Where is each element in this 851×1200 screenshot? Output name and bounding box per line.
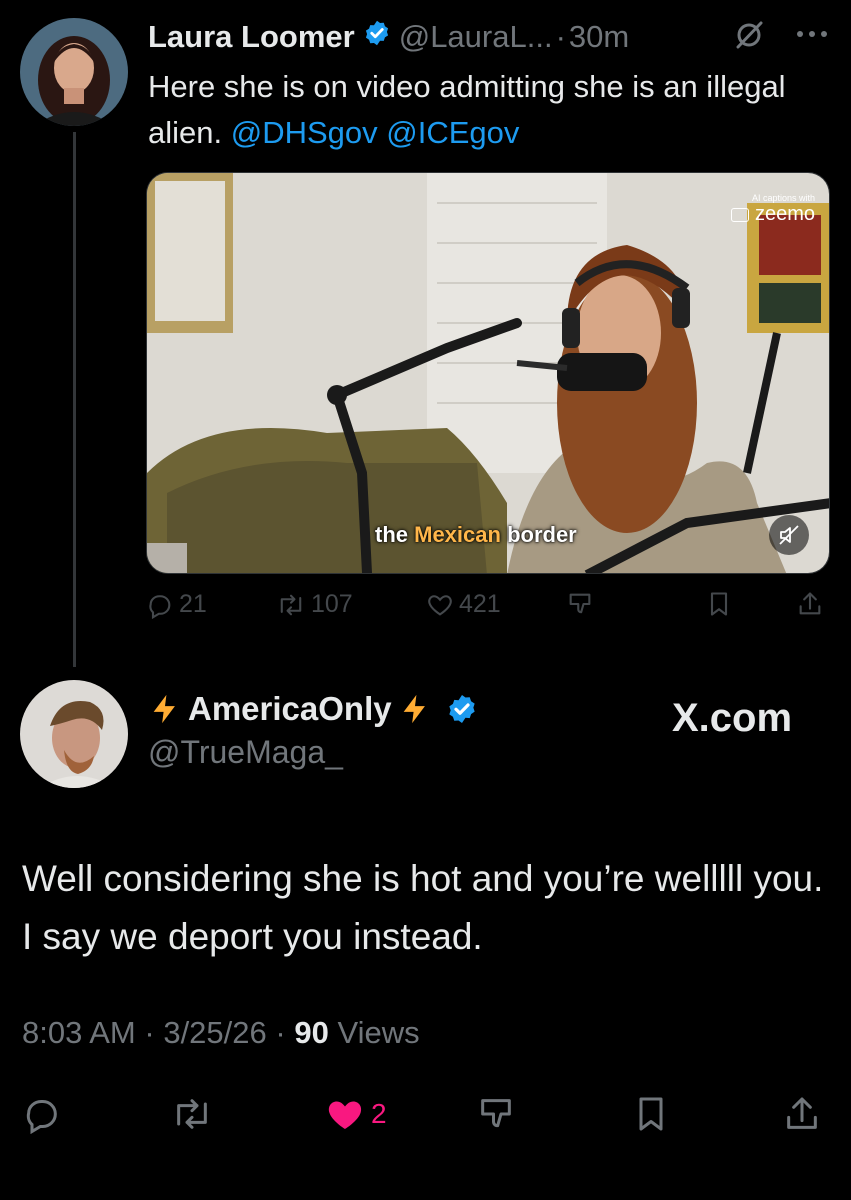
thread-line bbox=[73, 132, 76, 667]
reply-icon bbox=[26, 1100, 57, 1134]
tweet2-share-button[interactable] bbox=[782, 1094, 822, 1134]
more-icon[interactable] bbox=[792, 20, 832, 53]
tweet1-dislike-button[interactable] bbox=[566, 590, 594, 618]
tweet1-share-button[interactable] bbox=[796, 590, 824, 618]
americaonly-avatar[interactable] bbox=[20, 680, 128, 788]
separator: · bbox=[555, 19, 566, 54]
tweet2-views-label: Views bbox=[337, 1015, 420, 1050]
mention-icegov[interactable]: @ICEgov bbox=[386, 115, 519, 150]
dislike-icon bbox=[481, 1099, 511, 1128]
tweet2-repost-button[interactable] bbox=[170, 1094, 214, 1134]
tweet1-actions: 21 107 421 bbox=[146, 590, 836, 630]
tweet2-time[interactable]: 8:03 AM bbox=[22, 1015, 136, 1050]
verified-badge-icon bbox=[446, 693, 478, 725]
mute-button[interactable] bbox=[769, 515, 809, 555]
heart-icon bbox=[328, 1101, 362, 1129]
zeemo-logo-icon bbox=[730, 207, 749, 222]
tweet1-author-name[interactable]: Laura Loomer bbox=[148, 19, 355, 55]
grok-icon[interactable] bbox=[732, 18, 766, 57]
tweet2-text: Well considering she is hot and you’re w… bbox=[22, 858, 824, 957]
reply-icon bbox=[149, 594, 171, 619]
caption-text-post: border bbox=[500, 522, 577, 547]
tweet1-time[interactable]: 30m bbox=[569, 19, 629, 55]
tweet2-views-count: 90 bbox=[294, 1015, 329, 1050]
repost-icon bbox=[280, 594, 302, 615]
tweet1-repost-button[interactable]: 107 bbox=[276, 590, 353, 619]
zeemo-brand: zeemo bbox=[754, 203, 815, 225]
caption-highlight: Mexican bbox=[414, 522, 501, 547]
tweet1-reply-button[interactable]: 21 bbox=[146, 590, 207, 619]
bookmark-icon bbox=[639, 1097, 663, 1131]
tweet2-actions: 2 bbox=[22, 1090, 832, 1140]
tweet1-text: Here she is on video admitting she is an… bbox=[148, 64, 828, 156]
tweet2-author-name[interactable]: AmericaOnly bbox=[188, 690, 392, 728]
tweet2-dislike-button[interactable] bbox=[476, 1094, 516, 1134]
lightning-icon bbox=[403, 694, 425, 724]
tweet1-like-count: 421 bbox=[459, 590, 501, 618]
lightning-icon bbox=[153, 694, 175, 724]
repost-icon bbox=[177, 1099, 207, 1129]
xcom-brand: X.com bbox=[672, 696, 793, 740]
mute-icon bbox=[779, 525, 799, 545]
tweet1-reply-count: 21 bbox=[179, 590, 207, 618]
verified-badge-icon bbox=[363, 19, 391, 55]
mention-dhsgov[interactable]: @DHSgov bbox=[231, 115, 378, 150]
video-caption: the Mexican border bbox=[375, 522, 577, 548]
heart-icon bbox=[428, 594, 452, 616]
zeemo-small-text: AI captions with bbox=[751, 193, 815, 203]
separator: · bbox=[144, 1015, 155, 1050]
separator: · bbox=[275, 1015, 286, 1050]
bookmark-icon bbox=[710, 592, 728, 616]
laura-loomer-avatar[interactable] bbox=[20, 18, 128, 126]
tweet1-like-button[interactable]: 421 bbox=[426, 590, 501, 619]
tweet2-like-button[interactable]: 2 bbox=[324, 1094, 387, 1134]
zeemo-watermark: AI captions with zeemo bbox=[730, 193, 815, 227]
share-icon bbox=[787, 1097, 817, 1129]
tweet2-bookmark-button[interactable] bbox=[632, 1094, 670, 1134]
tweet2-like-count: 2 bbox=[371, 1098, 387, 1129]
tweet1-handle[interactable]: @LauraL... bbox=[399, 19, 553, 55]
tweet1-bookmark-button[interactable] bbox=[706, 590, 732, 618]
tweet1-video[interactable]: the Mexican border AI captions with zeem… bbox=[146, 172, 830, 574]
tweet2-meta: 8:03 AM · 3/25/26 · 90 Views bbox=[22, 1015, 420, 1051]
tweet2-reply-button[interactable] bbox=[22, 1094, 62, 1134]
dislike-icon bbox=[569, 593, 591, 614]
tweet2-date[interactable]: 3/25/26 bbox=[163, 1015, 266, 1050]
caption-text-pre: the bbox=[375, 522, 415, 547]
share-icon bbox=[799, 592, 821, 615]
tweet1-repost-count: 107 bbox=[311, 590, 353, 618]
